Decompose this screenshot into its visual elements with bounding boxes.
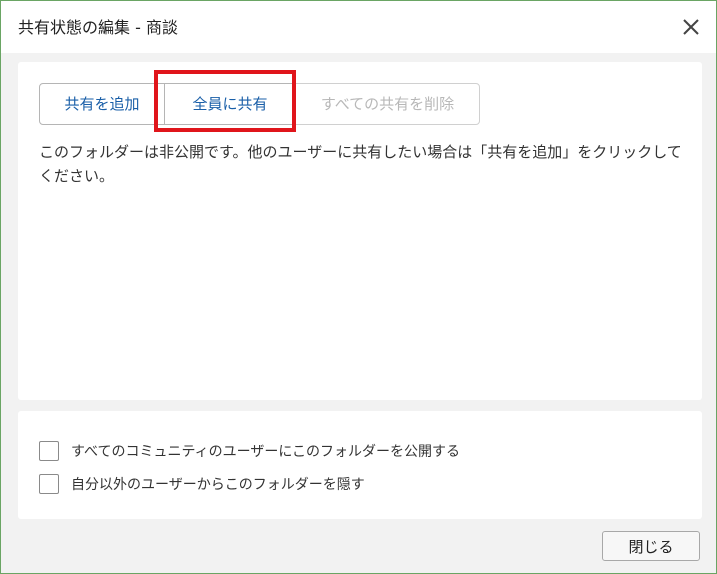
share-settings-dialog: 共有状態の編集 - 商談 共有を追加 全員に共有 すべての共有を削除 このフォル…: [0, 0, 717, 574]
publish-community-checkbox[interactable]: [39, 441, 59, 461]
add-share-button[interactable]: 共有を追加: [39, 83, 165, 125]
sharing-description: このフォルダーは非公開です。他のユーザーに共有したい場合は「共有を追加」をクリッ…: [39, 143, 682, 185]
options-panel: すべてのコミュニティのユーザーにこのフォルダーを公開する 自分以外のユーザーから…: [18, 411, 702, 519]
publish-community-label: すべてのコミュニティのユーザーにこのフォルダーを公開する: [71, 444, 461, 460]
sharing-button-group: 共有を追加 全員に共有 すべての共有を削除: [39, 83, 480, 125]
option-publish-community[interactable]: すべてのコミュニティのユーザーにこのフォルダーを公開する: [39, 441, 460, 461]
option-hide-from-others[interactable]: 自分以外のユーザーからこのフォルダーを隠す: [39, 474, 365, 494]
share-all-button[interactable]: 全員に共有: [165, 83, 296, 125]
dialog-title: 共有状態の編集 - 商談: [18, 18, 178, 37]
close-icon[interactable]: [680, 16, 702, 38]
close-button[interactable]: 閉じる: [602, 531, 700, 561]
hide-from-others-label: 自分以外のユーザーからこのフォルダーを隠す: [71, 477, 365, 493]
dialog-titlebar: 共有状態の編集 - 商談: [1, 1, 716, 53]
sharing-panel: 共有を追加 全員に共有 すべての共有を削除 このフォルダーは非公開です。他のユー…: [18, 62, 702, 400]
remove-all-shares-button[interactable]: すべての共有を削除: [295, 83, 480, 125]
hide-from-others-checkbox[interactable]: [39, 474, 59, 494]
